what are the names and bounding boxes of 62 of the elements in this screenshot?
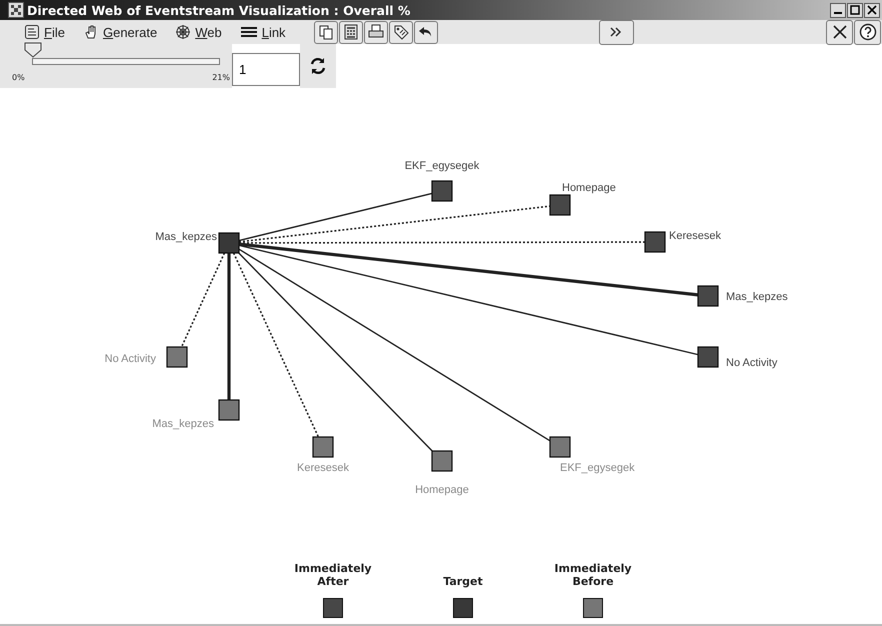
slider-thumb[interactable] [24, 42, 42, 58]
copy-icon [318, 24, 334, 40]
refresh-icon[interactable] [309, 57, 327, 75]
slider-max-label: 21% [212, 73, 230, 82]
node-label: EKF_egysegek [404, 160, 480, 172]
node-label: No Activity [726, 357, 778, 369]
node-label: Mas_kepzes [726, 291, 788, 303]
node-label: Homepage [415, 484, 469, 496]
printer-icon [368, 24, 384, 40]
help-icon [858, 23, 876, 41]
node-label: Mas_kepzes [155, 231, 217, 243]
legend-swatch [583, 598, 603, 618]
maximize-button[interactable] [847, 2, 863, 18]
help-button[interactable] [854, 20, 881, 44]
node-square[interactable] [549, 436, 571, 458]
print-button[interactable] [364, 20, 388, 44]
node-label: Mas_kepzes [152, 418, 214, 430]
window-title: Directed Web of Eventstream Visualization : Overall % [27, 2, 410, 18]
node-square[interactable] [218, 232, 240, 254]
slider-min-label: 0% [12, 73, 25, 82]
node-label: EKF_egysegek [560, 462, 635, 474]
calculator-icon [342, 24, 359, 40]
close-icon [867, 5, 877, 15]
expand-button[interactable] [598, 20, 634, 44]
node-square[interactable] [697, 285, 719, 307]
web-icon [175, 24, 192, 40]
legend-swatch [453, 598, 473, 618]
node-square[interactable] [166, 346, 188, 368]
undo-button[interactable] [414, 20, 438, 44]
menu-item[interactable]: Generate [82, 24, 158, 40]
node-square[interactable] [549, 194, 571, 216]
node-square[interactable] [431, 180, 453, 202]
legend-swatch [323, 598, 343, 618]
menu-item[interactable]: Link [240, 24, 286, 40]
node-label: Homepage [562, 182, 616, 194]
close-icon [832, 24, 848, 40]
app-icon [8, 2, 24, 18]
node-square[interactable] [312, 436, 334, 458]
node-label: Keresesek [297, 462, 349, 474]
maximize-icon [850, 5, 860, 15]
copy-button[interactable] [314, 20, 338, 44]
legend-label: Immediately Before [553, 561, 633, 588]
node-square[interactable] [431, 450, 453, 472]
lines-icon [240, 24, 258, 40]
node-square[interactable] [697, 346, 719, 368]
node-label: No Activity [104, 353, 156, 365]
legend-label: Immediately After [293, 561, 373, 588]
minimize-button[interactable] [830, 2, 846, 18]
node-square[interactable] [644, 231, 666, 253]
minimize-icon [834, 12, 842, 14]
menu-item[interactable]: Web [175, 24, 222, 40]
tag-icon [392, 24, 409, 40]
node-square[interactable] [218, 399, 240, 421]
legend-label: Target [442, 574, 484, 588]
tag-button[interactable] [388, 20, 413, 44]
close-button[interactable] [864, 2, 880, 18]
menu-item[interactable]: File [24, 24, 65, 40]
close-button[interactable] [826, 20, 853, 44]
input-field[interactable]: 1 [232, 53, 300, 86]
document-icon [24, 24, 40, 40]
calculator-button[interactable] [338, 20, 363, 44]
node-label: Keresesek [669, 230, 721, 242]
